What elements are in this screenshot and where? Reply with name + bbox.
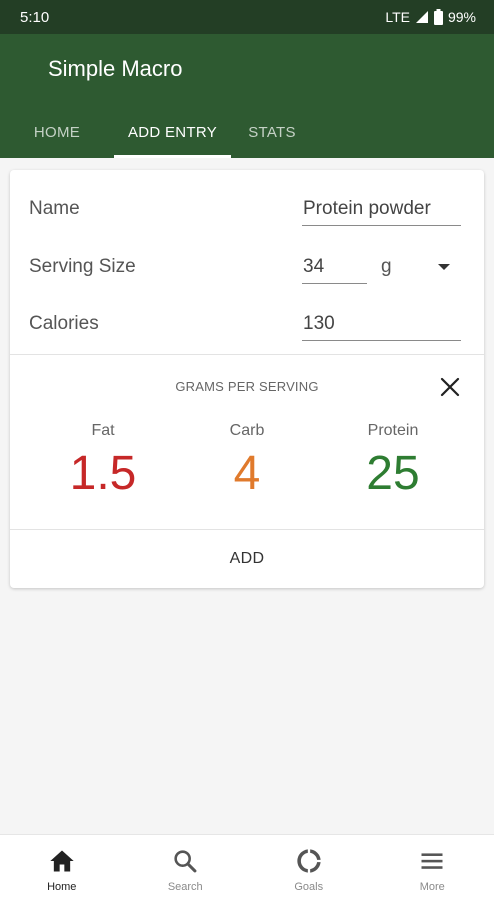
search-icon <box>174 850 197 873</box>
serving-size-input[interactable]: 34 <box>302 254 367 284</box>
carb-column: Carb 4 <box>172 422 322 501</box>
carb-value: 4 <box>233 447 261 500</box>
calories-row: Calories 130 <box>10 305 484 345</box>
serving-size-label: Serving Size <box>29 256 136 277</box>
status-indicators: LTE 99% <box>385 9 476 25</box>
app-bar: Simple Macro HOME ADD ENTRY STATS <box>0 34 494 158</box>
unit-dropdown[interactable]: g <box>380 254 464 284</box>
calories-input[interactable]: 130 <box>302 311 461 341</box>
tab-bar: HOME ADD ENTRY STATS <box>0 106 313 158</box>
nav-home[interactable]: Home <box>0 835 124 900</box>
tab-home[interactable]: HOME <box>0 106 114 158</box>
protein-column: Protein 25 <box>318 422 468 501</box>
nav-goals[interactable]: Goals <box>247 835 371 900</box>
tab-stats[interactable]: STATS <box>231 106 313 158</box>
nav-home-label: Home <box>47 881 77 893</box>
grams-per-serving-title: GRAMS PER SERVING <box>175 379 319 394</box>
serving-size-row: Serving Size 34 g <box>10 248 484 288</box>
close-icon <box>440 377 460 397</box>
battery-icon <box>433 9 443 25</box>
add-entry-card: Name Protein powder Serving Size 34 g Ca… <box>10 170 484 588</box>
nav-more-label: More <box>419 881 445 893</box>
name-label: Name <box>29 198 80 219</box>
close-button[interactable] <box>436 373 464 401</box>
fat-value: 1.5 <box>69 447 137 500</box>
menu-icon <box>421 853 443 869</box>
calories-label: Calories <box>29 313 99 334</box>
name-input[interactable]: Protein powder <box>302 196 461 226</box>
dropdown-caret-icon <box>438 264 450 270</box>
home-icon <box>50 850 74 872</box>
status-time: 5:10 <box>20 8 50 26</box>
app-title: Simple Macro <box>48 56 183 81</box>
unit-value: g <box>381 256 392 277</box>
signal-icon <box>415 11 428 23</box>
carb-label: Carb <box>229 422 265 439</box>
fat-label: Fat <box>91 422 115 439</box>
battery-level: 99% <box>447 9 476 25</box>
nav-search[interactable]: Search <box>124 835 248 900</box>
divider <box>10 354 484 355</box>
goals-icon <box>297 849 321 873</box>
tab-add-entry[interactable]: ADD ENTRY <box>114 106 231 158</box>
protein-value: 25 <box>366 447 420 500</box>
protein-label: Protein <box>367 422 419 439</box>
nav-more[interactable]: More <box>371 835 494 900</box>
fat-column: Fat 1.5 <box>28 422 178 501</box>
add-button[interactable]: ADD <box>10 530 484 588</box>
nav-goals-label: Goals <box>294 881 324 893</box>
network-type: LTE <box>385 9 410 25</box>
bottom-nav: Home Search Goals More <box>0 834 494 900</box>
nav-search-label: Search <box>167 881 203 893</box>
status-bar: 5:10 LTE 99% <box>0 0 494 34</box>
name-row: Name Protein powder <box>10 190 484 230</box>
